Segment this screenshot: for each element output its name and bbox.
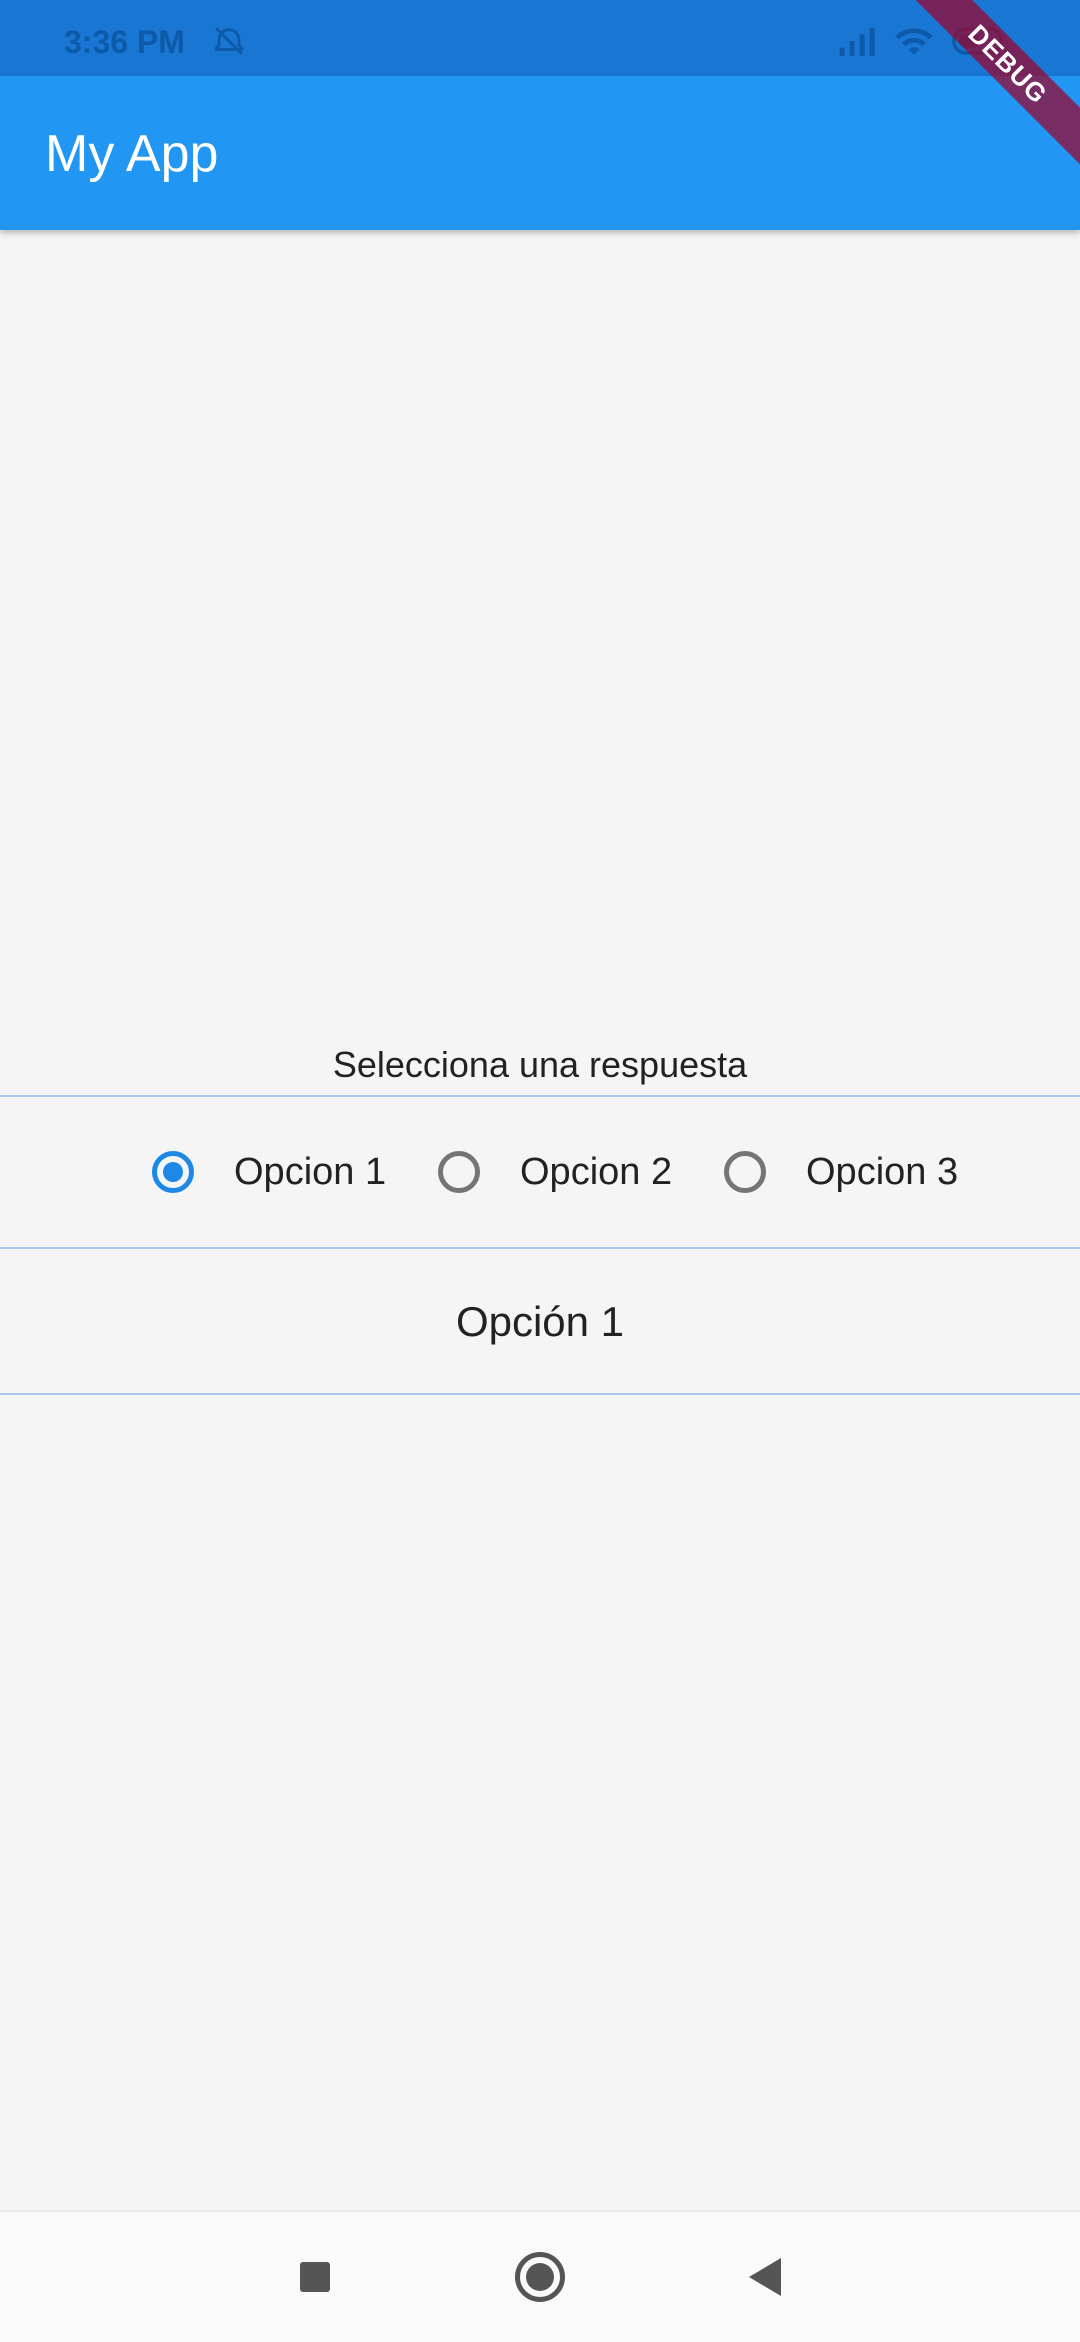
app-bar: My App xyxy=(0,76,1080,230)
radio-label: Opcion 3 xyxy=(806,1150,959,1193)
radio-option-1[interactable]: Opcion 1 xyxy=(152,1142,386,1202)
question-label: Selecciona una respuesta xyxy=(332,1044,748,1085)
radio-button-checked-icon[interactable] xyxy=(152,1151,194,1193)
radio-button-unchecked-icon[interactable] xyxy=(724,1151,766,1193)
radio-option-3[interactable]: Opcion 3 xyxy=(724,1142,958,1202)
recents-icon xyxy=(300,2262,330,2292)
radio-label: Opcion 2 xyxy=(520,1150,673,1193)
app-title: My App xyxy=(45,125,219,183)
status-bar: 3:36 PM xyxy=(0,0,1080,76)
radio-group: Opcion 1 Opcion 2 Opcion 3 xyxy=(0,1096,1080,1248)
alarm-off-icon xyxy=(212,24,246,63)
signal-icon xyxy=(838,24,878,63)
home-button[interactable] xyxy=(480,2212,600,2342)
radio-option-2[interactable]: Opcion 2 xyxy=(438,1142,672,1202)
status-time: 3:36 PM xyxy=(64,24,185,60)
back-button[interactable] xyxy=(705,2212,825,2342)
recents-button[interactable] xyxy=(255,2212,375,2342)
divider xyxy=(0,1393,1080,1395)
home-icon xyxy=(515,2252,565,2302)
divider xyxy=(0,1247,1080,1249)
navigation-bar xyxy=(0,2210,1080,2342)
wifi-icon xyxy=(893,24,935,63)
back-icon xyxy=(749,2258,781,2296)
radio-label: Opcion 1 xyxy=(234,1150,387,1193)
selected-answer-text: Opción 1 xyxy=(455,1298,625,1345)
radio-button-unchecked-icon[interactable] xyxy=(438,1151,480,1193)
